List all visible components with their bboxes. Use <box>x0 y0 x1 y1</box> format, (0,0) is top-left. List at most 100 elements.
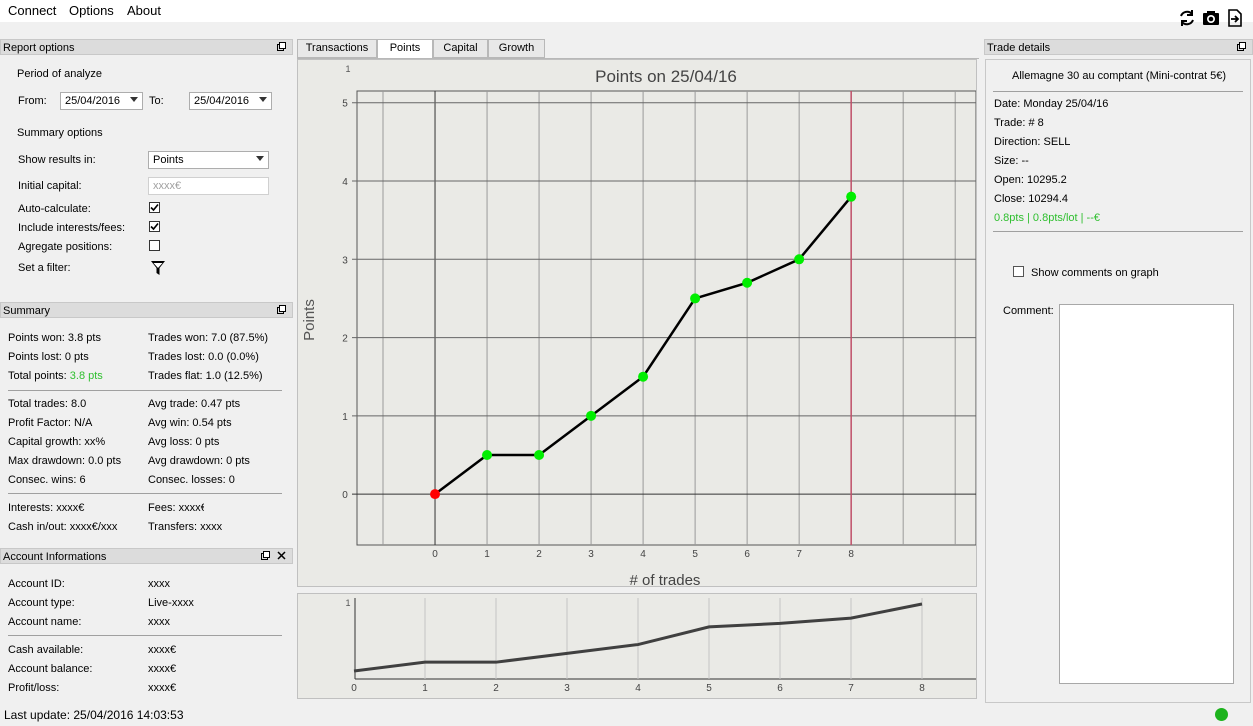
to-date-select[interactable]: 25/04/2016 <box>189 92 272 110</box>
tab-growth[interactable]: Growth <box>488 39 545 58</box>
chevron-down-icon <box>130 97 138 102</box>
menu-connect[interactable]: Connect <box>8 3 56 18</box>
y-tick-label: 0 <box>342 490 348 501</box>
avg-win: Avg win: 0.54 pts <box>148 417 232 429</box>
y-tick-label: 1 <box>342 412 348 423</box>
mini-x-tick-label: 4 <box>635 683 641 694</box>
data-point <box>534 449 545 460</box>
float-icon[interactable] <box>261 551 270 560</box>
initial-capital-label: Initial capital: <box>18 180 82 192</box>
account-id-value: xxxx <box>148 578 170 590</box>
show-results-value: Points <box>153 154 184 166</box>
camera-icon[interactable] <box>1202 9 1220 27</box>
summary-title-text: Summary <box>3 305 51 317</box>
data-point <box>638 371 649 382</box>
fees: Fees: xxxx€ <box>148 502 204 514</box>
report-options-title-text: Report options <box>3 42 75 54</box>
trade-size: Size: -- <box>994 155 1029 167</box>
tab-capital[interactable]: Capital <box>433 39 488 58</box>
points-won: Points won: 3.8 pts <box>8 332 101 344</box>
transfers: Transfers: xxxx <box>148 521 223 533</box>
y-tick-label: 2 <box>342 334 348 345</box>
total-points-label: Total points: <box>8 370 70 382</box>
x-axis-label: # of trades <box>630 572 701 586</box>
comment-textarea[interactable] <box>1059 304 1234 684</box>
export-icon[interactable] <box>1226 9 1244 27</box>
overview-chart[interactable]: 0 1 2 3 4 5 6 7 8 1 <box>298 594 976 698</box>
x-tick-label: 0 <box>432 549 438 560</box>
close-icon[interactable] <box>277 551 286 560</box>
mini-corner-label: 1 <box>345 598 350 608</box>
chevron-down-icon <box>259 97 267 102</box>
show-comments-checkbox[interactable] <box>1013 266 1024 277</box>
overview-chart-frame: 0 1 2 3 4 5 6 7 8 1 <box>297 593 977 699</box>
trades-flat: Trades flat: 1.0 (12.5%) <box>148 370 263 382</box>
profit-loss-value: xxxx€ <box>148 682 177 694</box>
filter-icon[interactable] <box>151 260 165 276</box>
show-results-label: Show results in: <box>18 154 96 166</box>
mini-x-tick-label: 0 <box>351 683 357 694</box>
corner-label: 1 <box>345 64 350 74</box>
show-results-select[interactable]: Points <box>148 151 269 169</box>
cash-available-value: xxxx€ <box>148 644 177 656</box>
x-tick-label: 3 <box>588 549 594 560</box>
plot-area <box>356 90 977 546</box>
float-icon[interactable] <box>277 42 286 51</box>
data-point <box>586 410 597 421</box>
data-point <box>690 293 701 304</box>
divider <box>8 390 282 391</box>
account-title-text: Account Informations <box>3 551 107 563</box>
data-point <box>430 489 441 500</box>
refresh-icon[interactable] <box>1178 9 1196 27</box>
cash-inout: Cash in/out: xxxx€/xxx <box>8 521 118 533</box>
tab-points[interactable]: Points <box>377 39 433 59</box>
trade-details-title: Trade details <box>984 39 1253 55</box>
aggregate-checkbox[interactable] <box>149 240 160 251</box>
auto-calc-checkbox[interactable] <box>149 202 160 213</box>
x-tick-label: 5 <box>692 549 698 560</box>
menu-about[interactable]: About <box>127 3 161 18</box>
account-id-label: Account ID: <box>8 578 65 590</box>
x-tick-label: 2 <box>536 549 542 560</box>
cash-available-label: Cash available: <box>8 644 84 656</box>
to-label: To: <box>149 95 164 107</box>
show-comments-label: Show comments on graph <box>1031 267 1159 279</box>
account-balance-value: xxxx€ <box>148 663 177 675</box>
float-icon[interactable] <box>277 305 286 314</box>
menu-options[interactable]: Options <box>69 3 114 18</box>
total-points: Total points: 3.8 pts <box>8 370 103 382</box>
divider <box>8 493 282 494</box>
points-chart[interactable]: 0 1 2 3 4 5 0 1 2 3 4 5 6 7 8 Points on 25/04/16 # of tr… <box>298 60 977 589</box>
data-point <box>742 277 753 288</box>
trade-details-title-text: Trade details <box>987 42 1051 54</box>
trade-result: 0.8pts | 0.8pts/lot | --€ <box>994 212 1100 224</box>
from-date-select[interactable]: 25/04/2016 <box>60 92 143 110</box>
account-title: Account Informations <box>0 548 293 564</box>
account-name-value: xxxx <box>148 616 170 628</box>
data-point <box>846 191 857 202</box>
tab-transactions[interactable]: Transactions <box>297 39 377 58</box>
check-icon <box>150 222 159 231</box>
float-icon[interactable] <box>1237 42 1246 51</box>
connection-status-dot <box>1215 708 1228 721</box>
report-options-title: Report options <box>0 39 293 55</box>
x-tick-label: 6 <box>744 549 750 560</box>
y-tick-label: 4 <box>342 177 348 188</box>
interests: Interests: xxxx€ <box>8 502 85 514</box>
avg-trade: Avg trade: 0.47 pts <box>148 398 241 410</box>
menu-bar: Connect Options About <box>0 0 1253 22</box>
period-label: Period of analyze <box>17 68 102 80</box>
to-date-value: 25/04/2016 <box>194 95 250 107</box>
x-tick-label: 7 <box>796 549 802 560</box>
y-tick-label: 5 <box>342 99 348 110</box>
summary-title: Summary <box>0 302 293 318</box>
mini-x-tick-label: 2 <box>493 683 499 694</box>
capital-growth: Capital growth: xx% <box>8 436 106 448</box>
aggregate-label: Agregate positions: <box>18 241 113 253</box>
include-fees-checkbox[interactable] <box>149 221 160 232</box>
x-tick-label: 4 <box>640 549 646 560</box>
instrument-name: Allemagne 30 au comptant (Mini-contrat 5… <box>1012 70 1226 82</box>
mini-x-tick-label: 7 <box>848 683 854 694</box>
initial-capital-input[interactable]: xxxx€ <box>148 177 269 195</box>
check-icon <box>150 203 159 212</box>
